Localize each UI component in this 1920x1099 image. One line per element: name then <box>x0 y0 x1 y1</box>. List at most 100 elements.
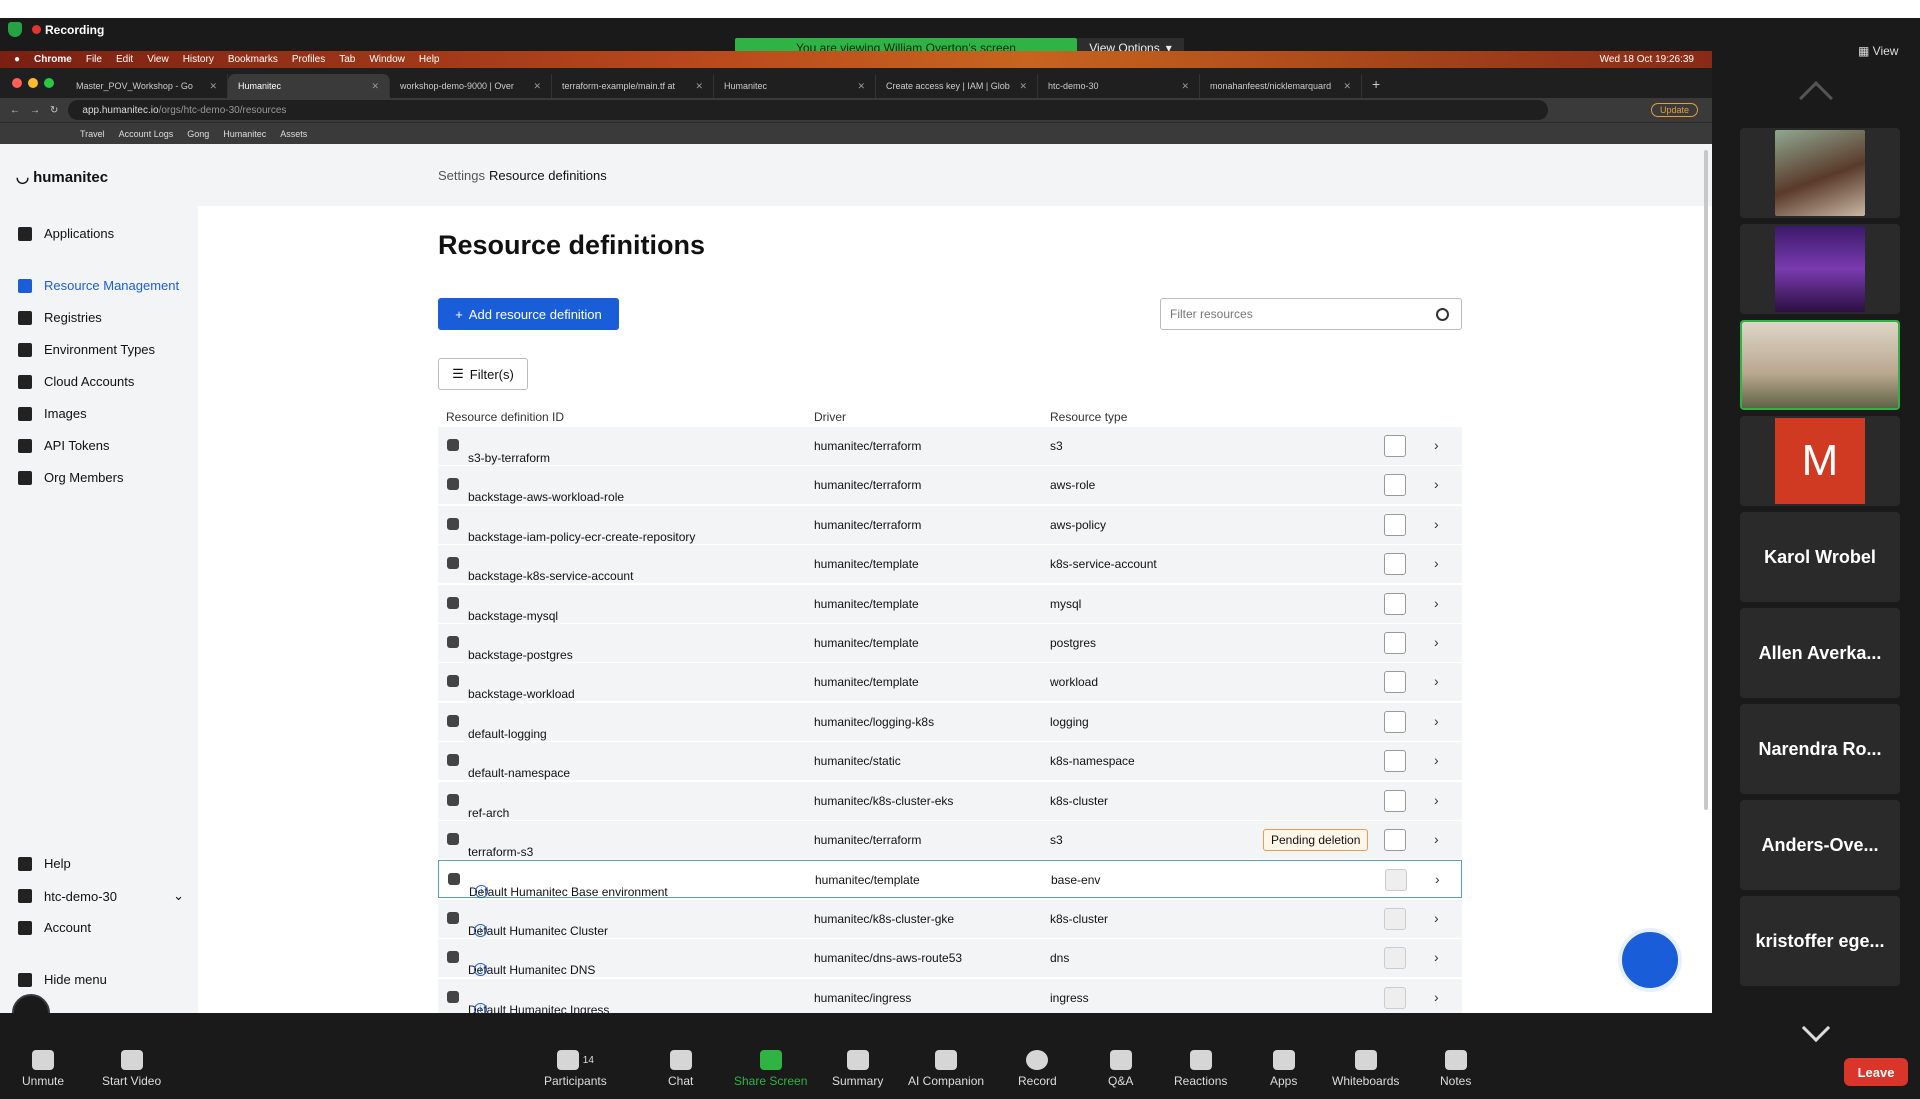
menu-history[interactable]: History <box>183 54 214 65</box>
close-tab-icon[interactable]: ✕ <box>371 81 379 92</box>
chevron-right-icon[interactable]: › <box>1434 634 1439 650</box>
minimize-window-icon[interactable] <box>28 78 38 88</box>
add-resource-definition-button[interactable]: + Add resource definition <box>438 298 619 330</box>
forward-icon[interactable]: → <box>30 105 40 116</box>
menu-file[interactable]: File <box>86 54 102 65</box>
view-button[interactable]: ▦ View <box>1858 44 1898 58</box>
gallery-up-icon[interactable] <box>1799 81 1833 115</box>
participant-tile[interactable]: Narendra Ro... <box>1740 704 1900 794</box>
chevron-right-icon[interactable]: › <box>1434 595 1439 611</box>
menu-view[interactable]: View <box>147 54 169 65</box>
nav-images[interactable]: Images <box>18 406 87 421</box>
chevron-right-icon[interactable]: › <box>1434 713 1439 729</box>
participant-tile[interactable] <box>1740 224 1900 314</box>
nav-applications[interactable]: Applications <box>18 226 114 241</box>
url-input[interactable]: app.humanitec.io/orgs/htc-demo-30/resour… <box>68 100 1549 120</box>
participant-tile[interactable] <box>1740 128 1900 218</box>
chevron-right-icon[interactable]: › <box>1434 831 1439 847</box>
participant-tile[interactable]: kristoffer ege... <box>1740 896 1900 986</box>
summary-button[interactable]: Summary <box>832 1050 883 1088</box>
menu-chrome[interactable]: Chrome <box>34 54 72 65</box>
table-row[interactable]: Default Humanitec Base environment i human… <box>438 860 1462 899</box>
browser-tab[interactable]: htc-demo-30 ✕ <box>1038 74 1200 98</box>
notes-button[interactable]: Notes <box>1440 1050 1471 1088</box>
new-tab-icon[interactable]: + <box>1362 76 1390 98</box>
nav-resource-management[interactable]: Resource Management <box>18 278 179 293</box>
humanitec-logo[interactable]: ◡ humanitec <box>16 168 108 187</box>
chevron-right-icon[interactable]: › <box>1434 555 1439 571</box>
nav-registries[interactable]: Registries <box>18 310 102 325</box>
delete-trash-icon[interactable] <box>1384 750 1406 773</box>
chevron-right-icon[interactable]: › <box>1434 476 1439 492</box>
apps-button[interactable]: Apps <box>1270 1050 1297 1088</box>
filters-button[interactable]: ☰ Filter(s) <box>438 358 528 390</box>
qa-button[interactable]: Q&A <box>1108 1050 1133 1088</box>
table-row[interactable]: default-logging humanitec/logging-k8s logg… <box>438 702 1462 741</box>
participants-button[interactable]: 14 Participants <box>544 1050 607 1088</box>
whiteboards-button[interactable]: Whiteboards <box>1332 1050 1399 1088</box>
search-icon[interactable] <box>1436 308 1449 321</box>
delete-trash-icon[interactable] <box>1384 513 1406 536</box>
nav-account[interactable]: Account <box>18 920 91 935</box>
chat-button[interactable]: Chat <box>668 1050 693 1088</box>
chevron-right-icon[interactable]: › <box>1434 437 1439 453</box>
nav-api-tokens[interactable]: API Tokens <box>18 438 110 453</box>
delete-trash-icon[interactable] <box>1384 671 1406 694</box>
bookmark-item[interactable]: Assets <box>280 129 307 139</box>
table-row[interactable]: Default Humanitec Cluster i humanitec/k8s-… <box>438 899 1462 938</box>
info-icon[interactable]: i <box>474 1002 487 1013</box>
chevron-right-icon[interactable]: › <box>1434 516 1439 532</box>
menu-window[interactable]: Window <box>369 54 405 65</box>
nav-environment-types[interactable]: Environment Types <box>18 342 155 357</box>
close-tab-icon[interactable]: ✕ <box>857 81 865 92</box>
nav-org-members[interactable]: Org Members <box>18 470 123 485</box>
chevron-right-icon[interactable]: › <box>1435 871 1440 887</box>
gallery-down-icon[interactable] <box>1801 1013 1831 1043</box>
chevron-right-icon[interactable]: › <box>1434 792 1439 808</box>
active-speaker-tile[interactable] <box>1740 320 1900 410</box>
browser-tab-active[interactable]: Humanitec ✕ <box>228 74 390 98</box>
browser-tab[interactable]: Master_POV_Workshop - Go ✕ <box>66 74 228 98</box>
bookmark-item[interactable]: Account Logs <box>119 129 174 139</box>
menu-tab[interactable]: Tab <box>339 54 355 65</box>
apple-icon[interactable]: ● <box>14 54 20 65</box>
bookmark-item[interactable]: Travel <box>80 129 105 139</box>
share-screen-button[interactable]: Share Screen <box>734 1050 807 1088</box>
leave-button[interactable]: Leave <box>1844 1058 1908 1086</box>
reload-icon[interactable]: ↻ <box>50 105 58 116</box>
table-row[interactable]: backstage-aws-workload-role humanitec/ter… <box>438 466 1462 505</box>
bookmark-item[interactable]: Gong <box>187 129 209 139</box>
record-button[interactable]: Record <box>1018 1050 1057 1088</box>
browser-tab[interactable]: workshop-demo-9000 | Over ✕ <box>390 74 552 98</box>
close-window-icon[interactable] <box>12 78 22 88</box>
delete-trash-icon[interactable] <box>1384 710 1406 733</box>
chevron-right-icon[interactable]: › <box>1434 949 1439 965</box>
table-row[interactable]: backstage-mysql humanitec/template mysql › <box>438 584 1462 623</box>
clock[interactable]: Wed 18 Oct 19:26:39 <box>1600 54 1694 65</box>
participant-tile[interactable]: M <box>1740 416 1900 506</box>
menu-profiles[interactable]: Profiles <box>292 54 325 65</box>
browser-tab[interactable]: Humanitec ✕ <box>714 74 876 98</box>
chevron-right-icon[interactable]: › <box>1434 752 1439 768</box>
start-video-button[interactable]: Start Video <box>102 1050 161 1088</box>
delete-trash-icon[interactable] <box>1384 829 1406 851</box>
delete-trash-icon[interactable] <box>1384 632 1406 654</box>
table-row[interactable]: ref-arch humanitec/k8s-cluster-eks k8s-clu… <box>438 781 1462 820</box>
close-tab-icon[interactable]: ✕ <box>1019 81 1027 92</box>
ai-companion-button[interactable]: AI Companion <box>908 1050 984 1088</box>
table-row[interactable]: Default Humanitec DNS i humanitec/dns-aws-… <box>438 939 1462 978</box>
breadcrumb-settings[interactable]: Settings <box>438 168 485 183</box>
reactions-button[interactable]: Reactions <box>1174 1050 1227 1088</box>
close-tab-icon[interactable]: ✕ <box>695 81 703 92</box>
nav-cloud-accounts[interactable]: Cloud Accounts <box>18 374 134 389</box>
scrollbar[interactable] <box>1704 150 1708 810</box>
browser-tab[interactable]: terraform-example/main.tf at ✕ <box>552 74 714 98</box>
delete-trash-icon[interactable] <box>1384 592 1406 615</box>
participant-tile[interactable]: Karol Wrobel <box>1740 512 1900 602</box>
delete-trash-icon[interactable] <box>1384 474 1406 497</box>
menu-edit[interactable]: Edit <box>116 54 133 65</box>
nav-help[interactable]: Help <box>18 856 71 871</box>
menu-help[interactable]: Help <box>419 54 440 65</box>
delete-trash-icon[interactable] <box>1384 789 1406 812</box>
table-row[interactable]: backstage-k8s-service-account humanitec/t… <box>438 545 1462 584</box>
